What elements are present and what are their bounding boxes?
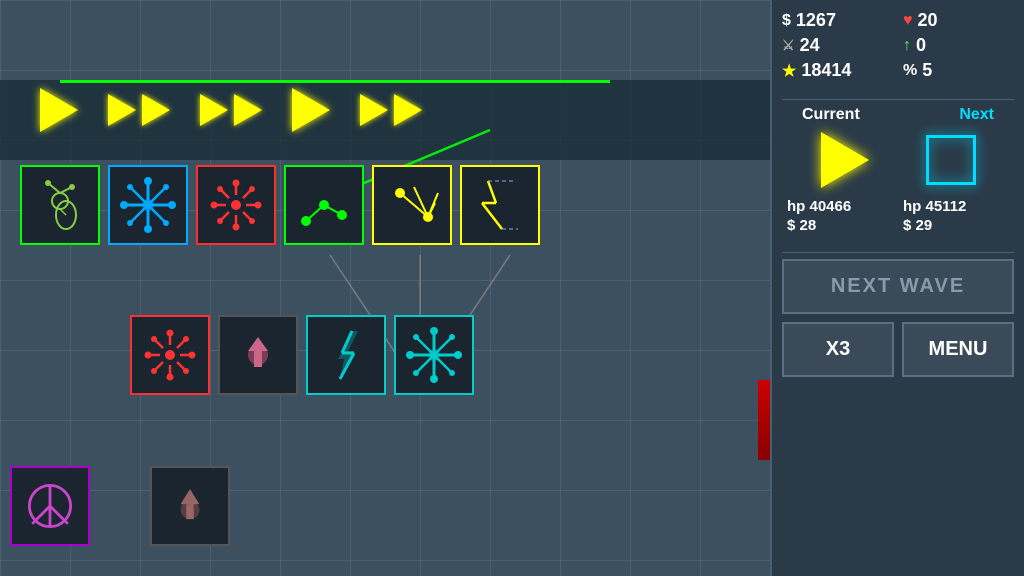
percent-icon: % [903,62,917,80]
menu-button[interactable]: MENU [902,322,1014,377]
enemy-tri-sm-1 [108,94,136,126]
dollar-icon: $ [782,12,791,30]
peace-tower-icon [20,476,80,536]
poison-tower-icon [28,173,92,237]
tower-empty-up[interactable] [218,315,298,395]
enemy-tri-sm-5 [360,94,388,126]
next-wave-square [926,135,976,185]
divider-2 [782,252,1014,253]
up-stat: ↑ 0 [903,35,1014,56]
connector-tower-icon [292,173,356,237]
percent-stat: % 5 [903,60,1014,81]
game-area [0,0,770,576]
hearts-value: 20 [918,10,938,31]
star-icon: ★ [782,61,796,81]
enemy-triangle-1 [40,88,78,132]
next-hp: hp 45112 [903,198,1009,215]
tower-cyan-lightning[interactable] [306,315,386,395]
tower-freeze-2[interactable] [394,315,474,395]
divider-1 [782,99,1014,100]
up-arrow-icon [226,323,290,387]
sword-stat: ⚔ 24 [782,35,893,56]
stats-grid: $ 1267 ♥ 20 ⚔ 24 ↑ 0 ★ 18414 % 5 [782,10,1014,81]
tower-burst-red[interactable] [196,165,276,245]
freeze-tower-2-icon [402,323,466,387]
tower-angle[interactable] [372,165,452,245]
burst-tower-icon [204,173,268,237]
tower-poison[interactable] [20,165,100,245]
towers-row-1 [20,165,540,245]
cyan-lightning-icon [314,323,378,387]
money-value: 1267 [796,10,836,31]
enemy-tri-sm-4 [234,94,262,126]
lightning-tower-icon [468,173,532,237]
sword-value: 24 [800,35,820,56]
towers-row-2 [130,315,474,395]
star-value: 18414 [801,60,851,81]
enemy-triangle-5 [360,94,422,126]
bottom-buttons: X3 MENU [782,322,1014,377]
hearts-stat: ♥ 20 [903,10,1014,31]
enemy-tri-sm-2 [142,94,170,126]
next-label: Next [959,106,994,124]
tower-lightning[interactable] [460,165,540,245]
sword-icon: ⚔ [782,37,795,54]
enemy-tri-sm-3 [200,94,228,126]
money-stat: $ 1267 [782,10,893,31]
enemy-triangle-2 [108,94,170,126]
enemy-triangle-3 [200,94,262,126]
path-line [60,80,610,83]
health-bar [758,380,770,460]
next-wave-button[interactable]: NEXT WAVE [782,259,1014,314]
tower-connector[interactable] [284,165,364,245]
angle-tower-icon [380,173,444,237]
current-label: Current [802,106,860,124]
x3-button[interactable]: X3 [782,322,894,377]
enemy-tri-sm-6 [394,94,422,126]
current-wave-triangle [821,132,869,188]
tower-dark-up[interactable] [150,466,230,546]
burst-tower-2-icon [138,323,202,387]
enemy-triangle-4 [292,88,330,132]
tower-freeze[interactable] [108,165,188,245]
current-next-header: Current Next [782,106,1014,124]
star-stat: ★ 18414 [782,60,893,81]
current-cost: $ 28 [787,217,893,234]
up-value: 0 [916,35,926,56]
tower-burst-2[interactable] [130,315,210,395]
enemies-row [40,88,422,132]
heart-icon: ♥ [903,12,913,30]
wave-preview [782,132,1014,188]
sidebar: $ 1267 ♥ 20 ⚔ 24 ↑ 0 ★ 18414 % 5 Curren [770,0,1024,576]
up-icon: ↑ [903,37,911,55]
dark-up-tower-icon [160,476,220,536]
next-cost: $ 29 [903,217,1009,234]
percent-value: 5 [922,60,932,81]
current-hp: hp 40466 [787,198,893,215]
freeze-tower-icon [116,173,180,237]
tower-purple-peace[interactable] [10,466,90,546]
wave-stats: hp 40466 hp 45112 $ 28 $ 29 [782,198,1014,234]
